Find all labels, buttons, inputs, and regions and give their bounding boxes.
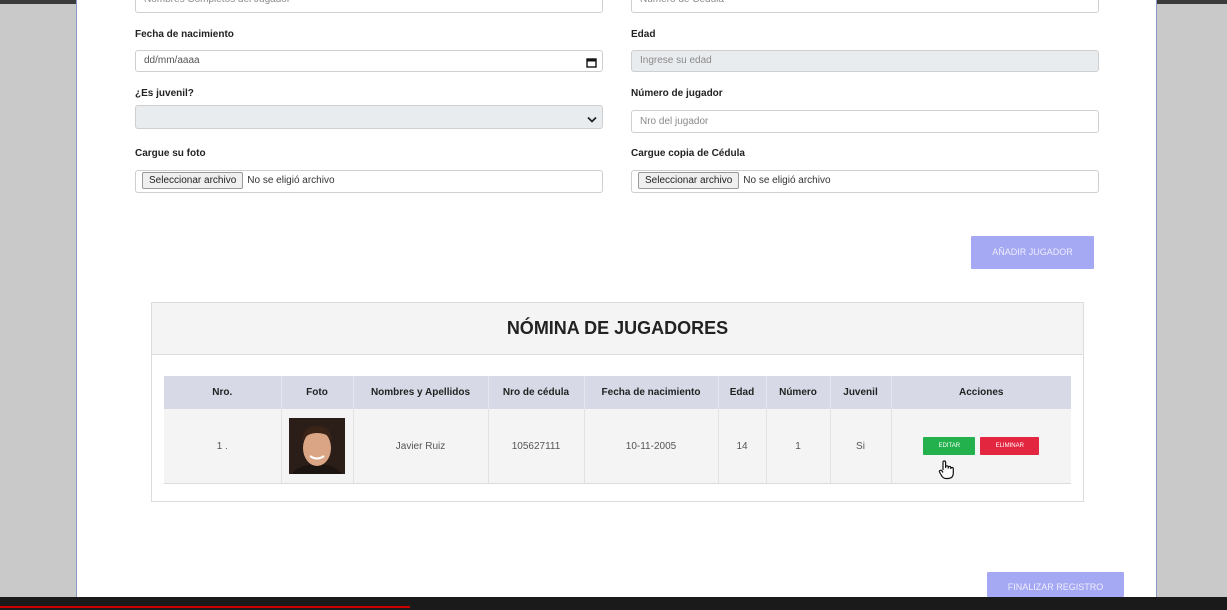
cell-fecha: 10-11-2005 [584,409,719,484]
foto-select-file-button[interactable]: Seleccionar archivo [142,172,244,189]
column-header: Número [766,376,831,409]
nombre-input[interactable]: Nombres Completos del Jugador [135,0,603,13]
numero-label: Número de jugador [631,88,723,99]
cedula-input[interactable]: Número de Cédula [631,0,1099,13]
registration-page: Nombres Completos del Jugador Número de … [76,0,1157,597]
finalize-button[interactable]: FINALIZAR REGISTRO [987,572,1124,597]
cedula-select-file-button[interactable]: Seleccionar archivo [638,172,740,189]
video-progress-bar [0,606,410,608]
cedula-copia-label: Cargue copia de Cédula [631,148,745,159]
table-row: 1 . Javier Ruiz 105627111 10-11-2005 14 … [164,409,1071,484]
foto-file-input[interactable]: Seleccionar archivo No se eligió archivo [135,170,603,193]
numero-input[interactable]: Nro del jugador [631,110,1099,133]
fecha-label: Fecha de nacimiento [135,29,234,40]
bottom-dark-strip [0,597,1227,610]
cell-edad: 14 [718,409,767,484]
player-photo [289,418,345,474]
column-header: Nombres y Apellidos [353,376,489,409]
cell-juvenil: Si [830,409,892,484]
edad-label: Edad [631,29,656,40]
fecha-value: dd/mm/aaaa [144,55,200,66]
cedula-file-input[interactable]: Seleccionar archivo No se eligió archivo [631,170,1099,193]
hand-pointer-icon [938,460,956,485]
cell-acciones: EDITAR ELIMINAR [891,409,1071,484]
column-header: Nro de cédula [488,376,585,409]
players-table: Nro. Foto Nombres y Apellidos Nro de céd… [164,376,1071,484]
juvenil-select[interactable] [135,105,603,129]
cell-cedula: 105627111 [488,409,585,484]
cell-foto [281,409,354,484]
cell-nombre: Javier Ruiz [353,409,489,484]
column-header: Foto [281,376,354,409]
cell-numero: 1 [766,409,831,484]
foto-label: Cargue su foto [135,148,206,159]
column-header: Edad [718,376,767,409]
nomina-title: NÓMINA DE JUGADORES [152,303,1083,355]
add-player-button[interactable]: AÑADIR JUGADOR [971,236,1094,269]
chevron-down-icon [587,112,597,128]
cell-nro: 1 . [164,409,282,484]
juvenil-label: ¿Es juvenil? [135,88,194,99]
column-header: Fecha de nacimiento [584,376,719,409]
calendar-icon[interactable] [586,56,597,71]
fecha-input[interactable]: dd/mm/aaaa [135,50,603,72]
column-header: Juvenil [830,376,892,409]
column-header: Nro. [164,376,282,409]
edit-button[interactable]: EDITAR [923,437,976,455]
column-header: Acciones [891,376,1071,409]
table-header-row: Nro. Foto Nombres y Apellidos Nro de céd… [164,376,1071,409]
delete-button[interactable]: ELIMINAR [980,437,1040,455]
edad-input: Ingrese su edad [631,50,1099,72]
foto-file-status: No se eligió archivo [247,175,335,186]
cedula-file-status: No se eligió archivo [743,175,831,186]
